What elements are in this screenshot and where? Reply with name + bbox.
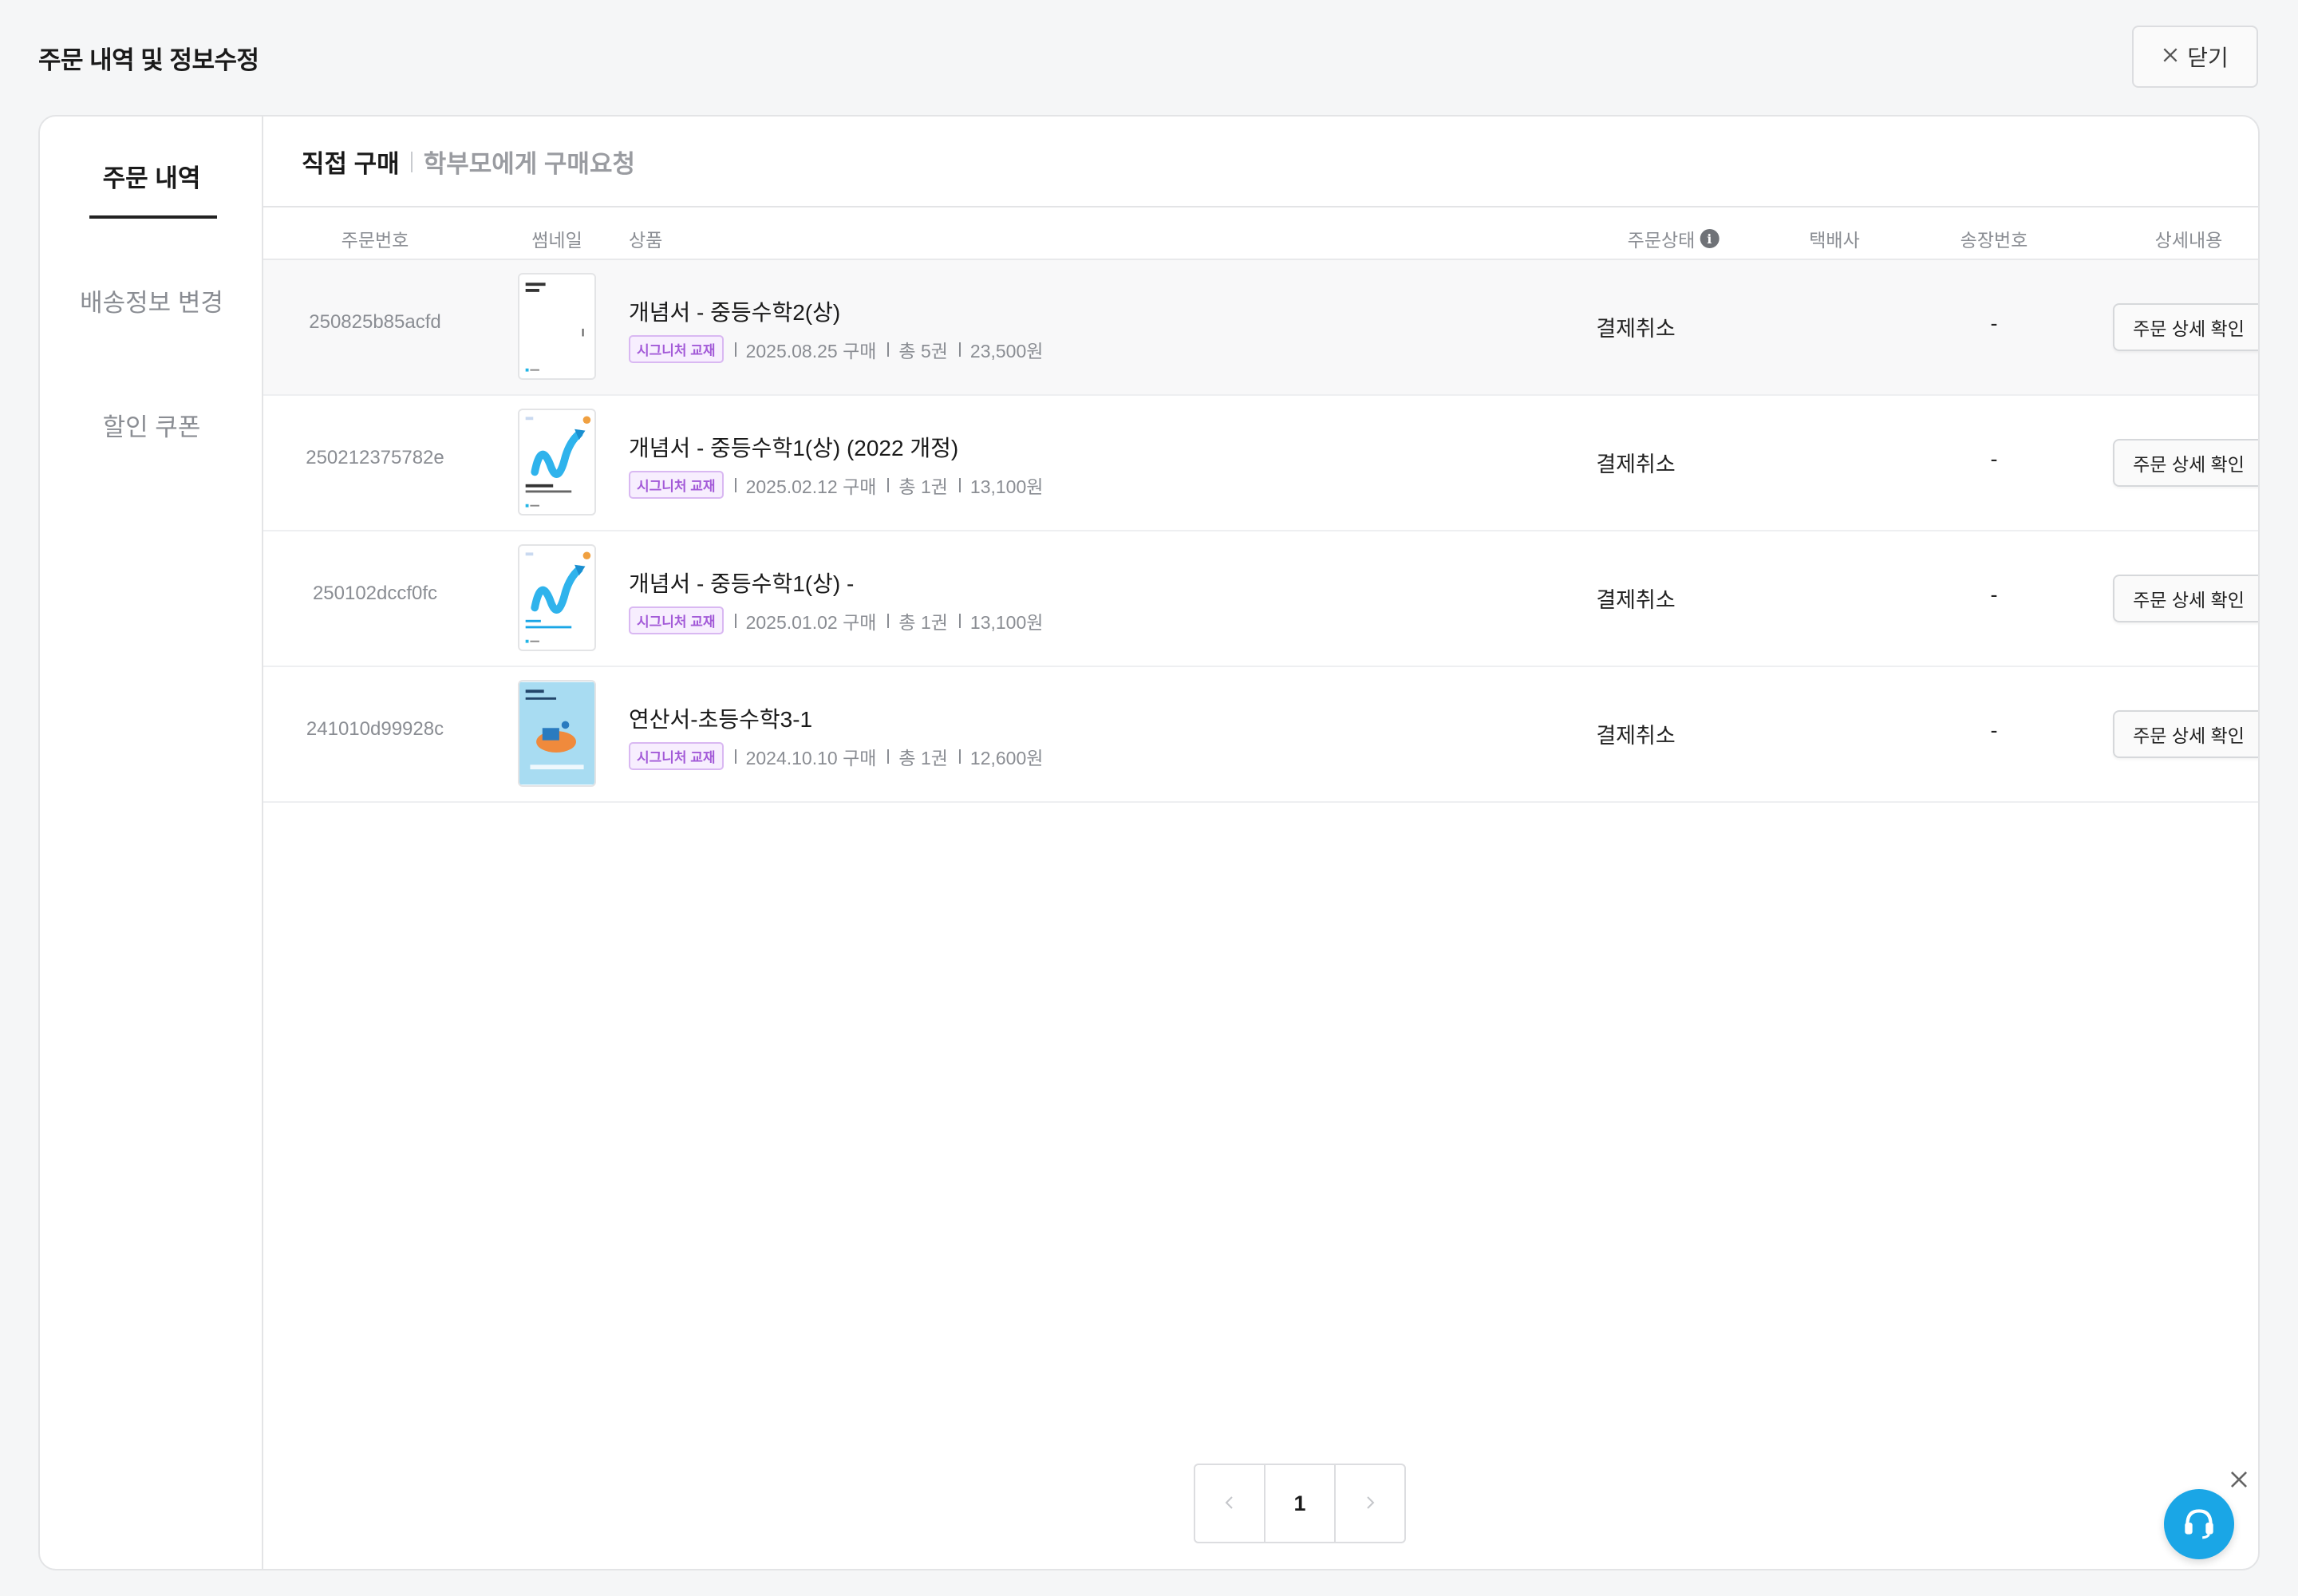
chevron-left-icon: [1222, 1491, 1238, 1516]
page-title: 주문 내역 및 정보수정: [38, 46, 259, 74]
quantity: 총 1권: [898, 747, 948, 768]
help-close-icon[interactable]: [2229, 1469, 2249, 1490]
order-number: 241010d99928c: [306, 718, 444, 740]
table-header: 주문번호 썸네일 상품 주문상태 i 택배사 송장번호 상세내용: [263, 207, 2258, 260]
price: 13,100원: [969, 476, 1044, 497]
order-status: 결제취소: [1596, 724, 1676, 748]
purchase-date: 2025.02.12 구매: [745, 476, 877, 497]
purchase-date: 2025.08.25 구매: [745, 340, 877, 361]
table-row: 250212375782e 개념서 - 중등수학1(상) (2022 개정) 시…: [263, 396, 2258, 531]
table-row: 250825b85acfd 개념서 - 중등수학2(상) 시그니처 교재 202…: [263, 260, 2258, 396]
col-product: 상품: [629, 230, 663, 251]
page-number[interactable]: 1: [1264, 1465, 1334, 1542]
product-name: 개념서 - 중등수학1(상) (2022 개정): [629, 436, 959, 460]
table-row: 250102dccf0fc 개념서 - 중등수학1(상) - 시그니처 교재 2: [263, 531, 2258, 667]
active-tab-indicator: [89, 215, 217, 219]
order-detail-button[interactable]: 주문 상세 확인: [2113, 439, 2258, 487]
quantity: 총 5권: [898, 340, 948, 361]
sidebar-item-orders[interactable]: 주문 내역: [40, 158, 263, 194]
main-content: 직접 구매 학부모에게 구매요청 주문번호 썸네일 상품 주문상태 i 택배사 …: [263, 117, 2258, 1569]
product-name: 연산서-초등수학3-1: [629, 707, 813, 732]
product-meta: 시그니처 교재 2025.01.02 구매 총 1권 13,100원: [629, 606, 1054, 634]
product-thumbnail: [518, 544, 596, 651]
sidebar: 주문 내역 배송정보 변경 할인 쿠폰: [40, 117, 263, 1569]
purchase-tabs: 직접 구매 학부모에게 구매요청: [302, 144, 635, 180]
col-thumbnail: 썸네일: [531, 230, 582, 251]
headset-icon: [2179, 1503, 2219, 1547]
price: 12,600원: [969, 747, 1044, 768]
tracking-number: -: [1990, 583, 1998, 606]
product-thumbnail: [518, 409, 596, 516]
order-number: 250212375782e: [306, 447, 444, 468]
prev-page-button[interactable]: [1195, 1465, 1264, 1542]
product-meta: 시그니처 교재 2024.10.10 구매 총 1권 12,600원: [629, 742, 1054, 770]
signature-badge: 시그니처 교재: [629, 742, 724, 770]
order-detail-button[interactable]: 주문 상세 확인: [2113, 303, 2258, 351]
col-detail: 상세내용: [2154, 230, 2223, 251]
product-meta: 시그니처 교재 2025.08.25 구매 총 5권 23,500원: [629, 335, 1054, 363]
price: 23,500원: [969, 340, 1044, 361]
order-detail-button[interactable]: 주문 상세 확인: [2113, 575, 2258, 622]
order-detail-button[interactable]: 주문 상세 확인: [2113, 710, 2258, 758]
product-meta: 시그니처 교재 2025.02.12 구매 총 1권 13,100원: [629, 471, 1054, 499]
order-status: 결제취소: [1596, 588, 1676, 612]
tracking-number: -: [1990, 447, 1998, 471]
col-status: 주문상태 i: [1628, 225, 1720, 252]
price: 13,100원: [969, 611, 1044, 633]
tracking-number: -: [1990, 718, 1998, 742]
quantity: 총 1권: [898, 611, 948, 633]
product-name: 개념서 - 중등수학2(상): [629, 300, 841, 325]
table-row: 241010d99928c 연산서-초등수학3-1 시그니처 교재 2024.1…: [263, 667, 2258, 803]
help-chat-button[interactable]: [2164, 1489, 2234, 1559]
col-status-label: 주문상태: [1627, 230, 1696, 251]
quantity: 총 1권: [898, 476, 948, 497]
signature-badge: 시그니처 교재: [629, 606, 724, 634]
tab-parent-request[interactable]: 학부모에게 구매요청: [424, 144, 635, 180]
purchase-date: 2025.01.02 구매: [745, 611, 877, 633]
close-button[interactable]: 닫기: [2132, 26, 2258, 88]
col-order-no: 주문번호: [341, 230, 409, 251]
order-number: 250102dccf0fc: [312, 583, 438, 604]
order-status: 결제취소: [1596, 317, 1676, 341]
purchase-date: 2024.10.10 구매: [745, 747, 877, 768]
tab-direct-purchase[interactable]: 직접 구매: [302, 144, 400, 180]
info-icon[interactable]: i: [1700, 229, 1720, 248]
product-name: 개념서 - 중등수학1(상) -: [629, 571, 855, 596]
product-thumbnail: [518, 273, 596, 380]
col-courier: 택배사: [1809, 230, 1860, 251]
tracking-number: -: [1990, 311, 1998, 335]
sidebar-item-shipping[interactable]: 배송정보 변경: [40, 282, 263, 318]
sidebar-item-coupons[interactable]: 할인 쿠폰: [40, 407, 263, 443]
col-tracking: 송장번호: [1960, 230, 2028, 251]
chevron-right-icon: [1362, 1491, 1378, 1516]
order-panel: 주문 내역 배송정보 변경 할인 쿠폰 직접 구매 학부모에게 구매요청 주문번…: [38, 115, 2260, 1570]
order-status: 결제취소: [1596, 452, 1676, 476]
tab-divider: [410, 151, 413, 172]
next-page-button[interactable]: [1334, 1465, 1404, 1542]
order-number: 250825b85acfd: [309, 311, 441, 333]
close-button-label: 닫기: [2187, 45, 2229, 70]
signature-badge: 시그니처 교재: [629, 471, 724, 499]
signature-badge: 시그니처 교재: [629, 335, 724, 363]
product-thumbnail: [518, 680, 596, 787]
pagination: 1: [1194, 1464, 1406, 1543]
close-icon: [2162, 44, 2179, 69]
